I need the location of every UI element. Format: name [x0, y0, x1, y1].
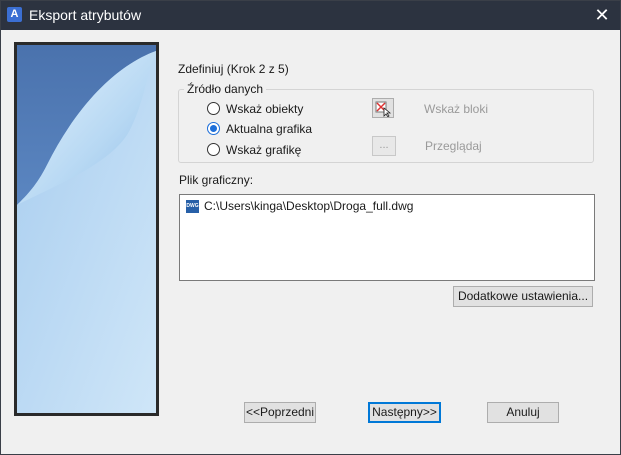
radio-select-drawing[interactable]: [207, 143, 220, 156]
page-curl-illustration: [17, 45, 156, 413]
app-icon: A: [7, 7, 22, 22]
browse-label: Przeglądaj: [425, 139, 482, 153]
title-bar[interactable]: A Eksport atrybutów ✕: [1, 1, 620, 30]
data-source-title: Źródło danych: [184, 82, 267, 96]
radio-select-drawing-label[interactable]: Wskaż grafikę: [226, 143, 301, 157]
browse-button[interactable]: ...: [372, 136, 396, 156]
previous-button[interactable]: <<Poprzedni: [244, 402, 316, 423]
wizard-illustration: [14, 42, 159, 416]
close-icon[interactable]: ✕: [592, 5, 612, 25]
dwg-file-icon: DWG: [186, 200, 199, 213]
graphic-file-list[interactable]: DWG C:\Users\kinga\Desktop\Droga_full.dw…: [179, 194, 595, 281]
radio-current-drawing[interactable]: [207, 122, 220, 135]
file-path[interactable]: C:\Users\kinga\Desktop\Droga_full.dwg: [204, 199, 413, 213]
pick-cursor-icon: [375, 101, 392, 118]
next-button[interactable]: Następny>>: [368, 402, 441, 423]
additional-settings-button[interactable]: Dodatkowe ustawienia...: [453, 286, 593, 307]
pick-blocks-label: Wskaż bloki: [424, 102, 489, 116]
radio-select-objects[interactable]: [207, 102, 220, 115]
pick-blocks-button[interactable]: [372, 98, 394, 118]
radio-current-drawing-label[interactable]: Aktualna grafika: [226, 122, 312, 136]
window-title: Eksport atrybutów: [29, 7, 142, 23]
export-attributes-dialog: A Eksport atrybutów ✕ Zdefiniuj (Krok 2 …: [0, 0, 621, 455]
step-indicator: Zdefiniuj (Krok 2 z 5): [178, 62, 289, 76]
cancel-button[interactable]: Anuluj: [487, 402, 559, 423]
radio-select-objects-label[interactable]: Wskaż obiekty: [226, 102, 303, 116]
graphic-file-label: Plik graficzny:: [179, 173, 254, 187]
